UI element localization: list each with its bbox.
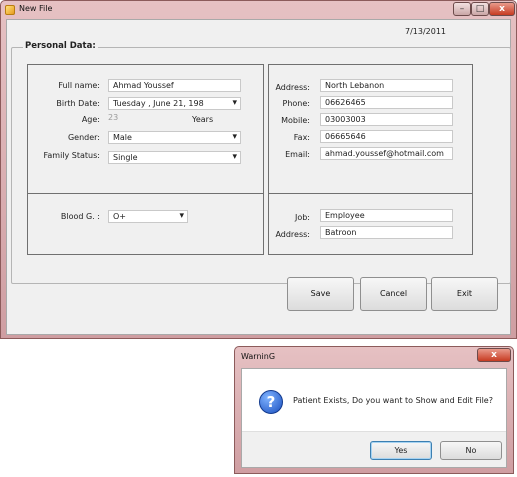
age-unit: Years — [192, 115, 214, 124]
close-button[interactable]: x — [489, 2, 515, 16]
birth-date-label: Birth Date: — [56, 99, 100, 108]
dialog-body: ? Patient Exists, Do you want to Show an… — [241, 368, 507, 468]
form-area: 7/13/2011 Personal Data: Full name: Ahma… — [6, 19, 511, 335]
dialog-message: Patient Exists, Do you want to Show and … — [293, 396, 493, 405]
full-name-input[interactable]: Ahmad Youssef — [108, 79, 241, 92]
fax-input[interactable]: 06665646 — [320, 130, 453, 143]
dialog-title: WarninG — [241, 352, 276, 361]
maximize-button[interactable]: □ — [471, 2, 489, 16]
job-input[interactable]: Employee — [320, 209, 453, 222]
age-value: 23 — [108, 113, 119, 122]
dialog-footer: Yes No — [242, 431, 506, 467]
personal-data-title: Personal Data: — [23, 41, 98, 51]
contact-panel: Address: North Lebanon Phone: 06626465 M… — [268, 64, 473, 194]
email-input[interactable]: ahmad.youssef@hotmail.com — [320, 147, 453, 160]
cancel-button[interactable]: Cancel — [360, 277, 427, 311]
family-status-label: Family Status: — [43, 151, 100, 160]
warning-dialog: WarninG x ? Patient Exists, Do you want … — [234, 346, 514, 474]
new-file-window: New File – □ x 7/13/2011 Personal Data: … — [0, 0, 517, 339]
fax-label: Fax: — [293, 133, 310, 142]
family-status-select[interactable]: Single — [108, 151, 241, 164]
phone-label: Phone: — [282, 99, 310, 108]
gender-select[interactable]: Male — [108, 131, 241, 144]
birth-date-picker[interactable]: Tuesday , June 21, 198 — [108, 97, 241, 110]
exit-button[interactable]: Exit — [431, 277, 498, 311]
minimize-button[interactable]: – — [453, 2, 471, 16]
no-button[interactable]: No — [440, 441, 502, 460]
blood-group-label: Blood G. : — [60, 212, 100, 221]
blood-group-select[interactable]: O+ — [108, 210, 188, 223]
question-icon: ? — [259, 390, 283, 414]
medical-panel: Blood G. : O+ — [27, 193, 264, 255]
job-label: Job: — [294, 213, 310, 222]
app-icon — [5, 5, 15, 15]
email-label: Email: — [285, 150, 310, 159]
mobile-input[interactable]: 03003003 — [320, 113, 453, 126]
address-label: Address: — [275, 83, 310, 92]
mobile-label: Mobile: — [281, 116, 310, 125]
phone-input[interactable]: 06626465 — [320, 96, 453, 109]
dialog-close-button[interactable]: x — [477, 348, 511, 362]
window-title: New File — [19, 4, 53, 13]
save-button[interactable]: Save — [287, 277, 354, 311]
work-address-input[interactable]: Batroon — [320, 226, 453, 239]
full-name-label: Full name: — [58, 81, 100, 90]
yes-button[interactable]: Yes — [370, 441, 432, 460]
age-label: Age: — [81, 115, 100, 124]
personal-panel: Full name: Ahmad Youssef Birth Date: Tue… — [27, 64, 264, 194]
current-date: 7/13/2011 — [405, 27, 447, 36]
address-input[interactable]: North Lebanon — [320, 79, 453, 92]
title-bar[interactable]: New File – □ x — [1, 1, 516, 19]
gender-label: Gender: — [67, 133, 100, 142]
work-panel: Job: Employee Address: Batroon — [268, 193, 473, 255]
work-address-label: Address: — [275, 230, 310, 239]
